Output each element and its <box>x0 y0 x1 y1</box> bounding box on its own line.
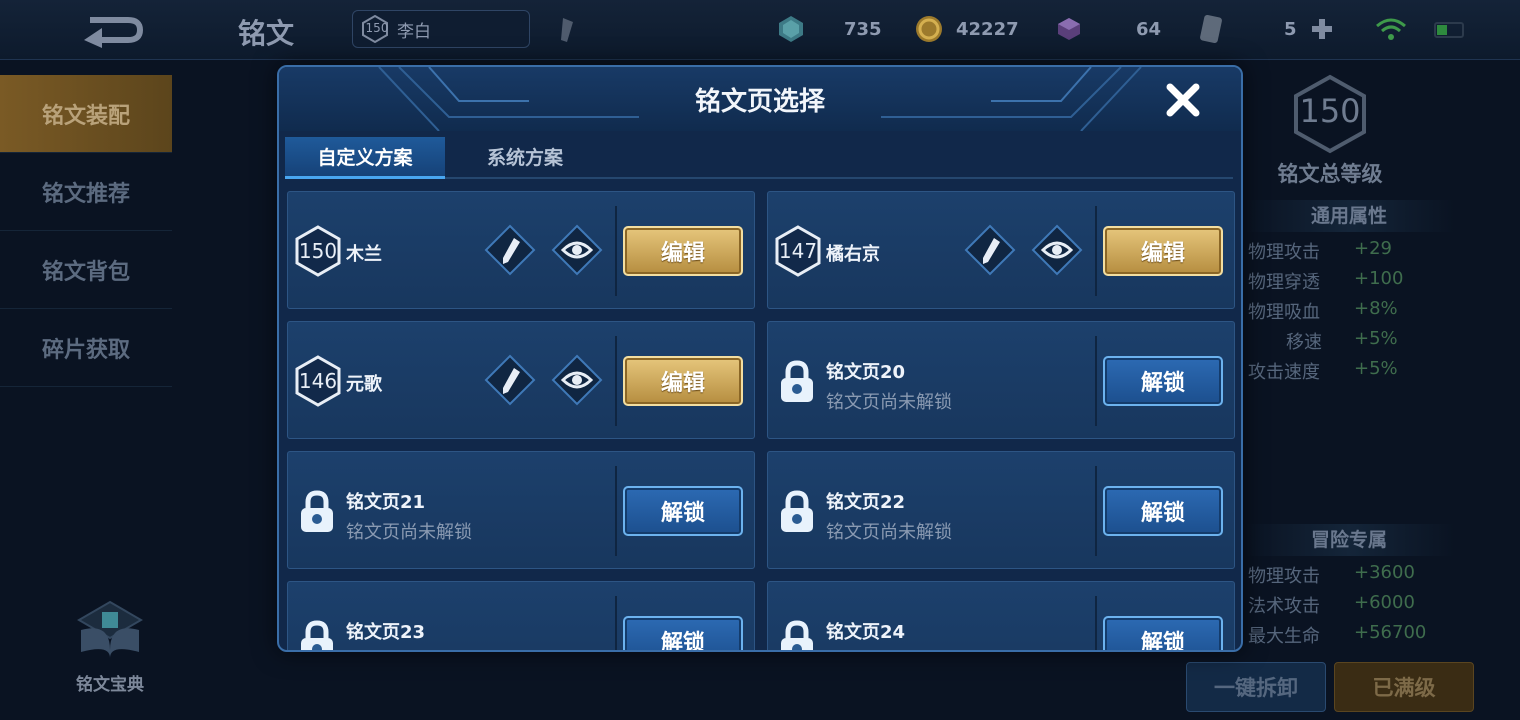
rune-page-card[interactable]: 146 元歌 编辑 <box>287 321 755 439</box>
attr-row: 物理吸血 +8% <box>1248 298 1398 323</box>
battery-icon <box>1434 22 1464 38</box>
page-name: 木兰 <box>346 244 382 265</box>
sidebar: 铭文装配 铭文推荐 铭文背包 碎片获取 <box>0 75 172 387</box>
tab-system-plan[interactable]: 系统方案 <box>445 137 605 179</box>
card-divider <box>615 206 617 296</box>
page-level: 147 <box>778 239 818 263</box>
dialog-header: 铭文页选择 <box>279 67 1241 131</box>
card-divider <box>615 596 617 650</box>
wifi-icon <box>1376 18 1406 40</box>
attribute-panel: 150 铭文总等级 通用属性 物理攻击 +29 物理穿透 +100 物理吸血 +8% … <box>1244 66 1520 720</box>
sidebar-item-recommend[interactable]: 铭文推荐 <box>0 153 172 231</box>
page-name: 铭文页20 <box>826 362 906 383</box>
attr-row: 物理攻击 +3600 <box>1248 562 1415 587</box>
codex-button[interactable]: 铭文宝典 <box>60 600 160 695</box>
locked-page-card[interactable]: 铭文页22 铭文页尚未解锁 解锁 <box>767 451 1235 569</box>
rename-pencil-icon[interactable] <box>964 224 1016 276</box>
dialog-title: 铭文页选择 <box>694 87 825 117</box>
crystal-resource: 64 <box>1054 12 1161 46</box>
page-name: 元歌 <box>346 374 382 395</box>
lock-icon <box>781 490 813 532</box>
card-icon <box>1200 14 1222 44</box>
rune-page-grid: 150 木兰 编辑 147 橘右京 编辑 146 元歌 编辑 铭文页20 铭文页… <box>287 191 1237 650</box>
edit-button[interactable]: 编辑 <box>623 356 743 406</box>
book-icon <box>77 600 143 658</box>
unlock-button[interactable]: 解锁 <box>1103 356 1223 406</box>
adventure-attrs-title: 冒险专属 <box>1244 524 1454 556</box>
card-divider <box>1095 336 1097 426</box>
locked-status: 铭文页尚未解锁 <box>826 522 952 543</box>
unlock-button[interactable]: 解锁 <box>1103 616 1223 650</box>
locked-status: 铭文页尚未解锁 <box>826 392 952 413</box>
unlock-button[interactable]: 解锁 <box>623 486 743 536</box>
locked-page-card[interactable]: 铭文页23 解锁 <box>287 581 755 650</box>
add-icon[interactable] <box>1309 16 1335 42</box>
page-name: 铭文页21 <box>346 492 426 513</box>
crystal-icon <box>1058 18 1080 40</box>
page-title: 铭文 <box>238 17 295 50</box>
locked-status: 铭文页尚未解锁 <box>346 522 472 543</box>
total-level-value: 150 <box>1299 92 1361 130</box>
general-attrs-title: 通用属性 <box>1244 200 1454 232</box>
attr-row: 最大生命 +56700 <box>1248 622 1427 647</box>
page-name: 橘右京 <box>826 244 880 265</box>
sidebar-item-equip[interactable]: 铭文装配 <box>0 75 172 153</box>
card-resource: 5 <box>1196 12 1335 46</box>
attr-row: 物理攻击 +29 <box>1248 238 1392 263</box>
page-name: 铭文页24 <box>826 622 906 643</box>
rename-pencil-icon[interactable] <box>484 224 536 276</box>
lock-icon <box>781 620 813 650</box>
rune-page-card[interactable]: 147 橘右京 编辑 <box>767 191 1235 309</box>
maxed-button[interactable]: 已满级 <box>1334 662 1474 712</box>
unlock-button[interactable]: 解锁 <box>1103 486 1223 536</box>
sidebar-item-fragments[interactable]: 碎片获取 <box>0 309 172 387</box>
rename-pencil-icon[interactable] <box>555 12 579 48</box>
diamond-icon <box>779 16 803 42</box>
top-bar: 铭文 150 李白 735 42227 64 5 <box>0 0 1520 60</box>
page-name: 铭文页23 <box>346 622 426 643</box>
gold-resource: 42227 <box>914 12 1019 46</box>
sidebar-item-bag[interactable]: 铭文背包 <box>0 231 172 309</box>
hero-selector[interactable]: 150 李白 <box>352 10 530 48</box>
rune-page-dialog: 铭文页选择 自定义方案 系统方案 150 木兰 编辑 147 橘右京 编辑 14… <box>277 65 1243 652</box>
unlock-button[interactable]: 解锁 <box>623 616 743 650</box>
attr-row: 物理穿透 +100 <box>1248 268 1404 293</box>
card-divider <box>615 466 617 556</box>
page-level: 146 <box>298 369 338 393</box>
page-name: 铭文页22 <box>826 492 906 513</box>
unload-all-button[interactable]: 一键拆卸 <box>1186 662 1326 712</box>
card-divider <box>1095 206 1097 296</box>
preview-eye-icon[interactable] <box>1031 224 1083 276</box>
lock-icon <box>301 620 333 650</box>
attr-row: 移速 +5% <box>1286 328 1398 353</box>
locked-page-card[interactable]: 铭文页24 解锁 <box>767 581 1235 650</box>
attr-row: 攻击速度 +5% <box>1248 358 1398 383</box>
tab-custom-plan[interactable]: 自定义方案 <box>285 137 445 179</box>
locked-page-card[interactable]: 铭文页21 铭文页尚未解锁 解锁 <box>287 451 755 569</box>
back-icon[interactable] <box>80 12 150 48</box>
locked-page-card[interactable]: 铭文页20 铭文页尚未解锁 解锁 <box>767 321 1235 439</box>
codex-label: 铭文宝典 <box>76 675 144 695</box>
attr-row: 法术攻击 +6000 <box>1248 592 1415 617</box>
lock-icon <box>301 490 333 532</box>
edit-button[interactable]: 编辑 <box>1103 226 1223 276</box>
rename-pencil-icon[interactable] <box>484 354 536 406</box>
lock-icon <box>781 360 813 402</box>
page-level: 150 <box>298 239 338 263</box>
hero-level: 150 <box>365 21 389 35</box>
preview-eye-icon[interactable] <box>551 354 603 406</box>
card-divider <box>1095 466 1097 556</box>
rune-page-card[interactable]: 150 木兰 编辑 <box>287 191 755 309</box>
gold-coin-icon <box>916 16 942 42</box>
total-level-label: 铭文总等级 <box>1277 162 1383 186</box>
card-divider <box>1095 596 1097 650</box>
plan-tabs: 自定义方案 系统方案 <box>285 137 1233 179</box>
card-divider <box>615 336 617 426</box>
preview-eye-icon[interactable] <box>551 224 603 276</box>
close-icon[interactable] <box>1164 81 1202 119</box>
hero-name: 李白 <box>397 21 431 42</box>
diamond-resource: 735 <box>776 12 882 46</box>
edit-button[interactable]: 编辑 <box>623 226 743 276</box>
